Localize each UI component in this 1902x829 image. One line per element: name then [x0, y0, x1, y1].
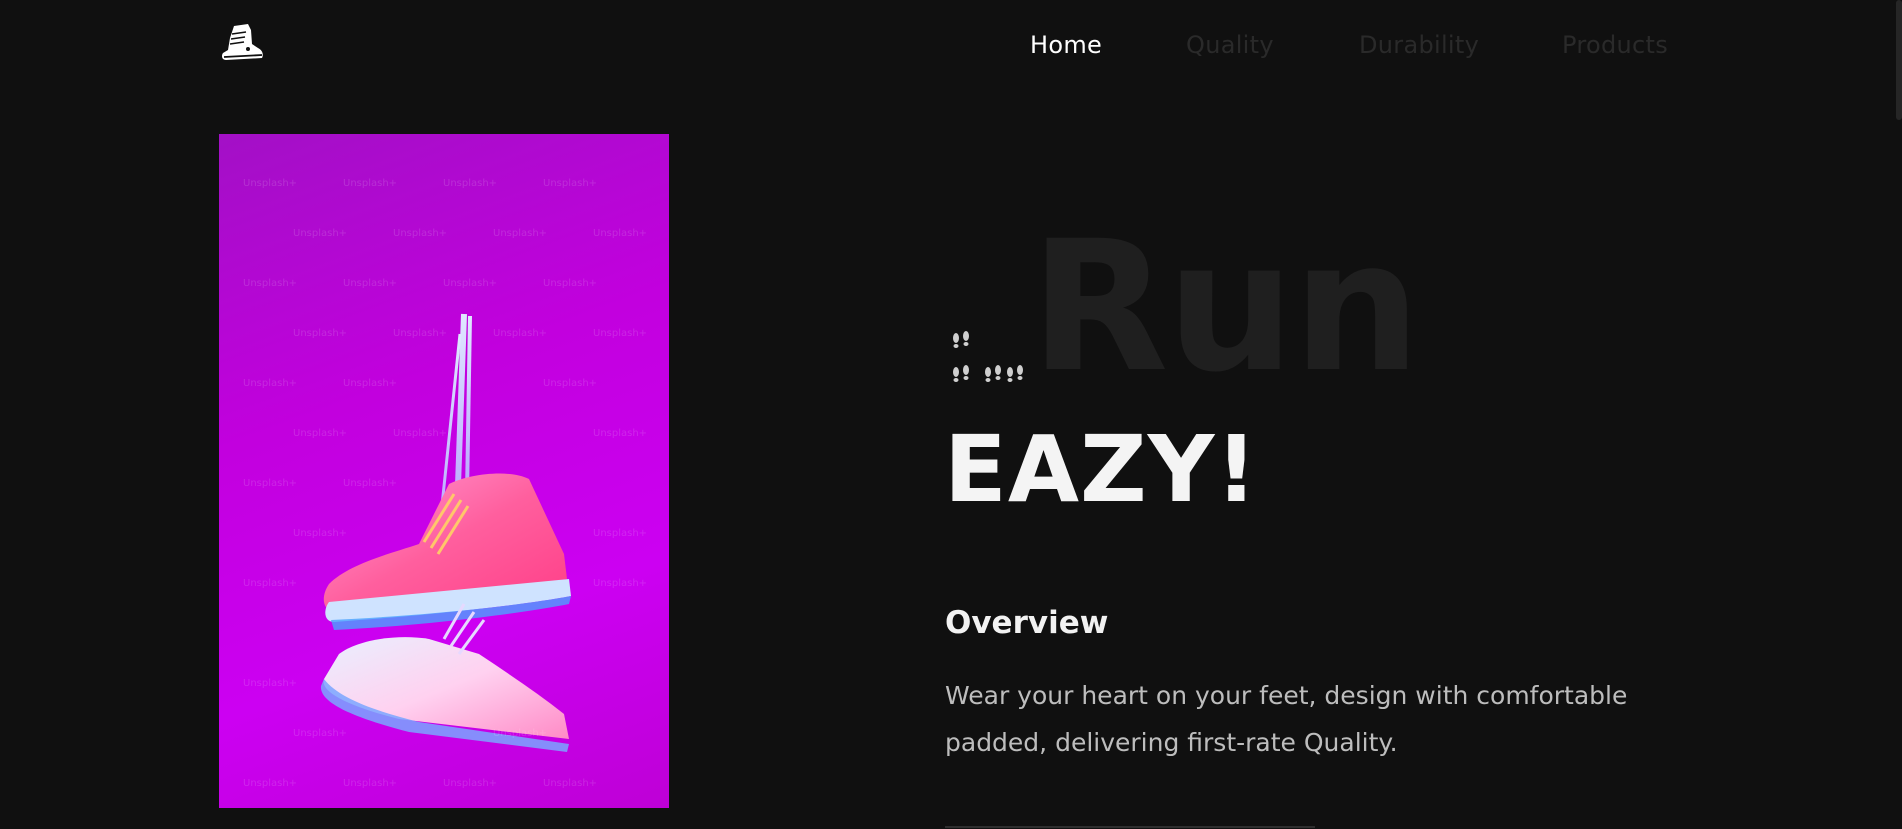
- watermark-text: Unsplash+: [293, 328, 347, 339]
- watermark-text: Unsplash+: [293, 428, 347, 439]
- watermark-text: Unsplash+: [293, 528, 347, 539]
- main-navigation: Home Quality Durability Products: [0, 28, 1902, 62]
- watermark-text: Unsplash+: [593, 328, 647, 339]
- watermark-text: Unsplash+: [243, 678, 297, 689]
- watermark-text: Unsplash+: [543, 278, 597, 289]
- overview-text: Wear your heart on your feet, design wit…: [945, 681, 1628, 757]
- watermark-text: Unsplash+: [443, 278, 497, 289]
- background-word: Run: [1030, 203, 1421, 412]
- watermark-text: Unsplash+: [293, 728, 347, 739]
- nav-durability[interactable]: Durability: [1359, 28, 1479, 62]
- watermark-text: Unsplash+: [593, 578, 647, 589]
- watermark-text: Unsplash+: [393, 428, 447, 439]
- watermark-text: Unsplash+: [493, 328, 547, 339]
- watermark-text: Unsplash+: [243, 278, 297, 289]
- sneakers-illustration: Unsplash+ Unsplash+ Unsplash+ Unsplash+ …: [243, 178, 647, 789]
- watermark-text: Unsplash+: [593, 528, 647, 539]
- watermark-text: Unsplash+: [243, 178, 297, 189]
- section-divider: [945, 826, 1315, 828]
- watermark-text: Unsplash+: [593, 228, 647, 239]
- watermark-text: Unsplash+: [543, 378, 597, 389]
- watermark-text: Unsplash+: [343, 178, 397, 189]
- watermark-text: Unsplash+: [543, 778, 597, 789]
- watermark-text: Unsplash+: [243, 778, 297, 789]
- watermark-text: Unsplash+: [443, 178, 497, 189]
- nav-products[interactable]: Products: [1562, 28, 1668, 62]
- footprints-icon: [953, 331, 1023, 382]
- hanging-sneakers-photo: Unsplash+ Unsplash+ Unsplash+ Unsplash+ …: [219, 134, 669, 808]
- watermark-text: Unsplash+: [443, 778, 497, 789]
- landing-page: Home Quality Durability Products Unsplas…: [0, 0, 1902, 829]
- watermark-text: Unsplash+: [593, 428, 647, 439]
- watermark-text: Unsplash+: [493, 228, 547, 239]
- watermark-text: Unsplash+: [243, 378, 297, 389]
- nav-quality[interactable]: Quality: [1186, 28, 1274, 62]
- nav-home[interactable]: Home: [1030, 28, 1102, 62]
- watermark-text: Unsplash+: [243, 578, 297, 589]
- watermark-text: Unsplash+: [393, 328, 447, 339]
- watermark-text: Unsplash+: [243, 478, 297, 489]
- scrollbar[interactable]: [1896, 0, 1902, 120]
- watermark-text: Unsplash+: [343, 778, 397, 789]
- watermark-text: Unsplash+: [393, 228, 447, 239]
- watermark-text: Unsplash+: [343, 378, 397, 389]
- watermark-text: Unsplash+: [293, 228, 347, 239]
- watermark-text: Unsplash+: [343, 478, 397, 489]
- watermark-text: Unsplash+: [543, 178, 597, 189]
- watermark-text: Unsplash+: [493, 728, 547, 739]
- watermark-text: Unsplash+: [343, 278, 397, 289]
- overview-title: Overview: [945, 605, 1109, 641]
- headline: EAZY!: [944, 416, 1259, 523]
